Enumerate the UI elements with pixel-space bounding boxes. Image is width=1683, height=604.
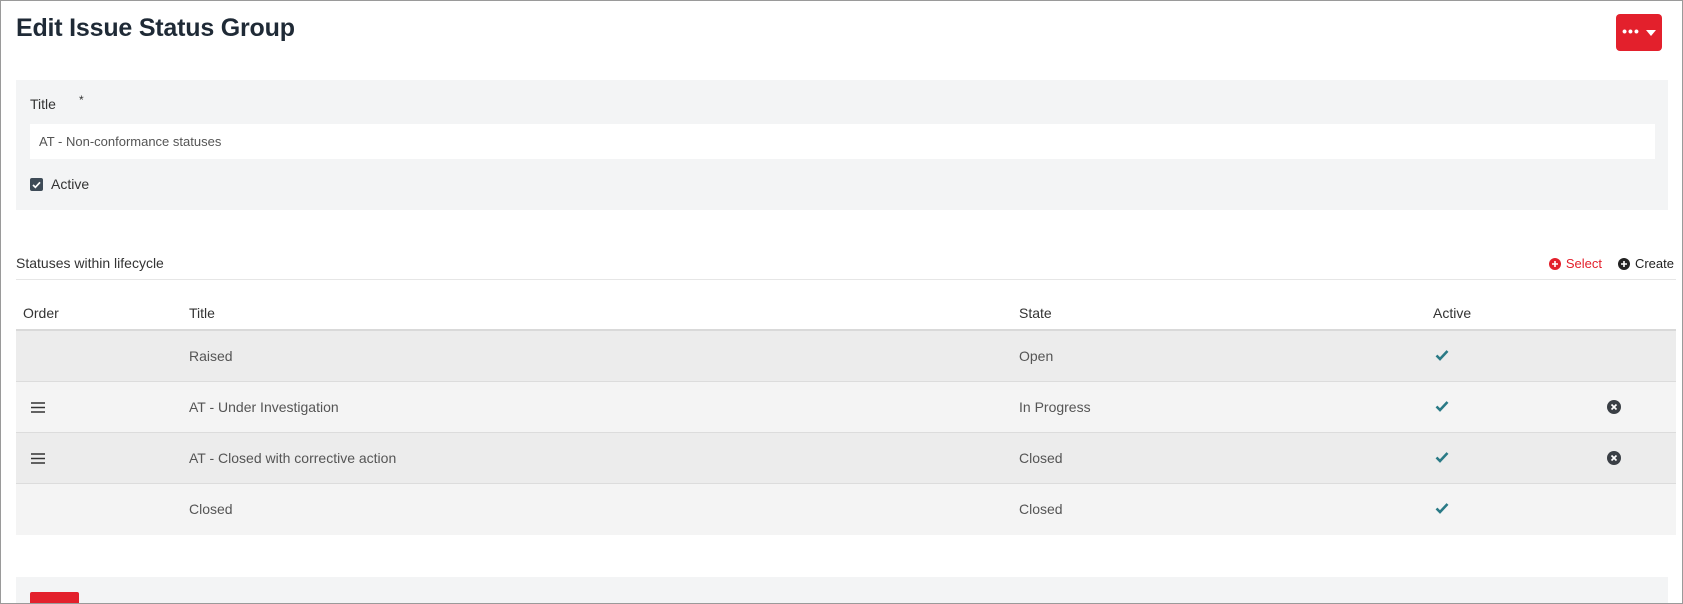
column-header-state[interactable]: State bbox=[1019, 305, 1052, 321]
row-title: Closed bbox=[189, 501, 233, 517]
remove-circle-icon[interactable] bbox=[1607, 451, 1621, 465]
form-panel: Title * Active bbox=[16, 80, 1668, 210]
ellipsis-icon: ••• bbox=[1622, 22, 1640, 39]
save-button[interactable] bbox=[30, 592, 79, 603]
table-header: Order Title State Active bbox=[16, 297, 1676, 331]
row-title: AT - Closed with corrective action bbox=[189, 450, 397, 466]
checkbox-check-icon bbox=[32, 181, 41, 189]
check-icon bbox=[1435, 452, 1449, 463]
table-row: AT - Closed with corrective action Close… bbox=[16, 433, 1676, 484]
title-field-label: Title bbox=[30, 96, 56, 112]
check-icon bbox=[1435, 503, 1449, 514]
row-title: Raised bbox=[189, 348, 233, 364]
table-row: AT - Under Investigation In Progress bbox=[16, 382, 1676, 433]
required-marker: * bbox=[79, 93, 84, 107]
section-title: Statuses within lifecycle bbox=[16, 255, 164, 271]
caret-down-icon bbox=[1645, 29, 1656, 36]
active-checkbox[interactable] bbox=[30, 178, 43, 191]
column-header-active[interactable]: Active bbox=[1433, 305, 1471, 321]
table-row: Raised Open bbox=[16, 331, 1676, 382]
section-divider bbox=[16, 279, 1676, 280]
select-status-link[interactable]: Select bbox=[1548, 256, 1602, 271]
title-input[interactable] bbox=[30, 124, 1655, 159]
remove-circle-icon[interactable] bbox=[1607, 400, 1621, 414]
more-actions-button[interactable]: ••• bbox=[1616, 14, 1662, 51]
row-title: AT - Under Investigation bbox=[189, 399, 339, 415]
check-icon bbox=[1435, 401, 1449, 412]
plus-circle-icon bbox=[1548, 257, 1561, 270]
drag-handle-icon[interactable] bbox=[31, 453, 45, 464]
column-header-order[interactable]: Order bbox=[23, 305, 59, 321]
row-state: In Progress bbox=[1019, 399, 1091, 415]
row-state: Open bbox=[1019, 348, 1054, 364]
app-frame: Edit Issue Status Group ••• Title * Acti… bbox=[0, 0, 1683, 604]
column-header-title[interactable]: Title bbox=[189, 305, 215, 321]
footer-actions-panel bbox=[16, 577, 1668, 603]
drag-handle-icon[interactable] bbox=[31, 402, 45, 413]
row-state: Closed bbox=[1019, 501, 1063, 517]
create-status-link[interactable]: Create bbox=[1617, 256, 1674, 271]
table-row: Closed Closed bbox=[16, 484, 1676, 535]
select-label: Select bbox=[1565, 256, 1602, 271]
page-title: Edit Issue Status Group bbox=[16, 14, 295, 42]
create-label: Create bbox=[1634, 256, 1674, 271]
statuses-table: Order Title State Active Raised Open AT … bbox=[16, 297, 1676, 535]
row-state: Closed bbox=[1019, 450, 1063, 466]
active-label: Active bbox=[51, 176, 90, 192]
check-icon bbox=[1435, 350, 1449, 361]
plus-circle-icon bbox=[1617, 257, 1630, 270]
